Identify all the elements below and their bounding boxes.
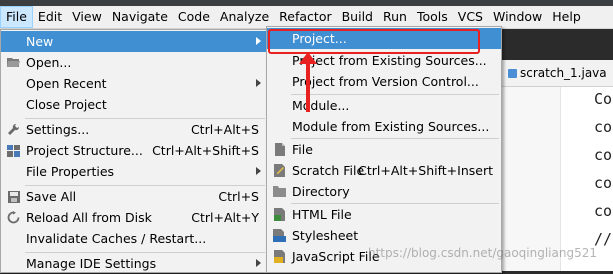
code-line: co: [594, 118, 613, 136]
save-icon: [7, 190, 20, 203]
file-menu-invalidate-caches[interactable]: Invalidate Caches / Restart...: [1, 228, 267, 249]
code-line: Co: [594, 90, 613, 108]
highlight-box: [268, 29, 480, 54]
file-menu-open-recent-label: Open Recent: [26, 76, 107, 91]
submenu-arrow-icon: [256, 79, 261, 87]
file-menu-save-all[interactable]: Save All Ctrl+S: [1, 186, 267, 207]
new-menu-stylesheet[interactable]: Stylesheet: [267, 225, 501, 246]
code-line: co: [594, 202, 613, 220]
file-menu-reload-label: Reload All from Disk: [26, 210, 152, 225]
new-menu-html-file-label: HTML File: [292, 207, 352, 222]
submenu-arrow-icon: [256, 259, 261, 267]
file-menu-close-project[interactable]: Close Project: [1, 94, 267, 115]
menu-file[interactable]: File: [0, 6, 33, 28]
new-menu-module-existing-label: Module from Existing Sources...: [292, 119, 490, 134]
submenu-arrow-icon: [256, 167, 261, 175]
new-menu-stylesheet-label: Stylesheet: [292, 228, 359, 243]
java-file-icon: [508, 69, 517, 78]
file-menu-settings[interactable]: Settings... Ctrl+Alt+S: [1, 119, 267, 140]
menu-run[interactable]: Run: [378, 6, 412, 28]
code-line: co: [594, 174, 613, 192]
file-icon: [273, 143, 286, 156]
file-menu-open-recent[interactable]: Open Recent: [1, 73, 267, 94]
new-menu-module-existing[interactable]: Module from Existing Sources...: [267, 116, 501, 137]
menu-help[interactable]: Help: [547, 6, 586, 28]
wrench-icon: [7, 123, 20, 136]
new-menu-project-existing-label: Project from Existing Sources...: [292, 53, 487, 68]
folder-open-icon: [7, 56, 20, 69]
menu-code[interactable]: Code: [173, 6, 215, 28]
menu-window[interactable]: Window: [488, 6, 547, 28]
file-menu-project-structure[interactable]: Project Structure... Ctrl+Alt+Shift+S: [1, 140, 267, 161]
file-menu-new-label: New: [26, 34, 54, 49]
menu-refactor[interactable]: Refactor: [274, 6, 336, 28]
file-menu-open-label: Open...: [26, 55, 72, 70]
new-menu-scratch-file-label: Scratch File: [292, 163, 365, 178]
new-menu-project-vcs[interactable]: Project from Version Control...: [267, 71, 501, 92]
editor-tabs: scratch_1.java: [500, 60, 613, 87]
reload-icon: [7, 211, 20, 224]
folder-icon: [273, 185, 286, 198]
file-menu-close-project-label: Close Project: [26, 97, 107, 112]
file-menu-file-properties-label: File Properties: [26, 164, 115, 179]
file-menu-new[interactable]: New: [1, 31, 267, 52]
code-line: co: [594, 146, 613, 164]
new-menu-directory[interactable]: Directory: [267, 181, 501, 202]
menu-tools[interactable]: Tools: [412, 6, 453, 28]
shortcut-label: Ctrl+Alt+Y: [191, 210, 259, 225]
shortcut-label: Ctrl+S: [218, 189, 259, 204]
file-menu-file-properties[interactable]: File Properties: [1, 161, 267, 182]
menu-view[interactable]: View: [67, 6, 107, 28]
scratch-file-icon: [273, 164, 286, 177]
javascript-file-icon: [273, 250, 286, 263]
shortcut-label: Ctrl+Alt+Shift+Insert: [358, 163, 493, 178]
file-menu-invalidate-caches-label: Invalidate Caches / Restart...: [26, 231, 207, 246]
menu-vcs[interactable]: VCS: [453, 6, 488, 28]
new-menu-html-file[interactable]: HTML File: [267, 204, 501, 225]
submenu-arrow-icon: [256, 37, 261, 45]
file-menu-project-structure-label: Project Structure...: [26, 143, 143, 158]
file-menu-manage-ide-label: Manage IDE Settings: [26, 256, 157, 271]
new-menu-module-label: Module...: [292, 98, 350, 113]
file-menu: New Open... Open Recent Close Project Se…: [0, 29, 268, 273]
editor-tab-scratch[interactable]: scratch_1.java: [520, 60, 607, 86]
new-menu-file[interactable]: File: [267, 139, 501, 160]
shortcut-label: Ctrl+Alt+Shift+S: [152, 143, 259, 158]
menu-build[interactable]: Build: [337, 6, 378, 28]
new-menu-javascript-file-label: JavaScript File: [292, 249, 380, 264]
menu-edit[interactable]: Edit: [33, 6, 67, 28]
red-arrow-shaft: [306, 60, 310, 112]
shortcut-label: Ctrl+Alt+S: [190, 122, 259, 137]
css-file-icon: [273, 229, 286, 242]
html-file-icon: [273, 208, 286, 221]
new-menu-module[interactable]: Module...: [267, 95, 501, 116]
project-structure-icon: [7, 144, 20, 157]
watermark: https://blog.csdn.net/gaoqingliang521: [368, 246, 597, 260]
editor-gutter: [500, 87, 561, 271]
file-menu-settings-label: Settings...: [26, 122, 90, 137]
new-menu-project-vcs-label: Project from Version Control...: [292, 74, 479, 89]
new-menu-file-label: File: [292, 142, 313, 157]
menu-navigate[interactable]: Navigate: [107, 6, 173, 28]
new-menu-directory-label: Directory: [292, 184, 350, 199]
file-menu-save-all-label: Save All: [26, 189, 77, 204]
new-menu-scratch-file[interactable]: Scratch File Ctrl+Alt+Shift+Insert: [267, 160, 501, 181]
file-menu-open[interactable]: Open...: [1, 52, 267, 73]
file-menu-reload[interactable]: Reload All from Disk Ctrl+Alt+Y: [1, 207, 267, 228]
menu-analyze[interactable]: Analyze: [215, 6, 274, 28]
